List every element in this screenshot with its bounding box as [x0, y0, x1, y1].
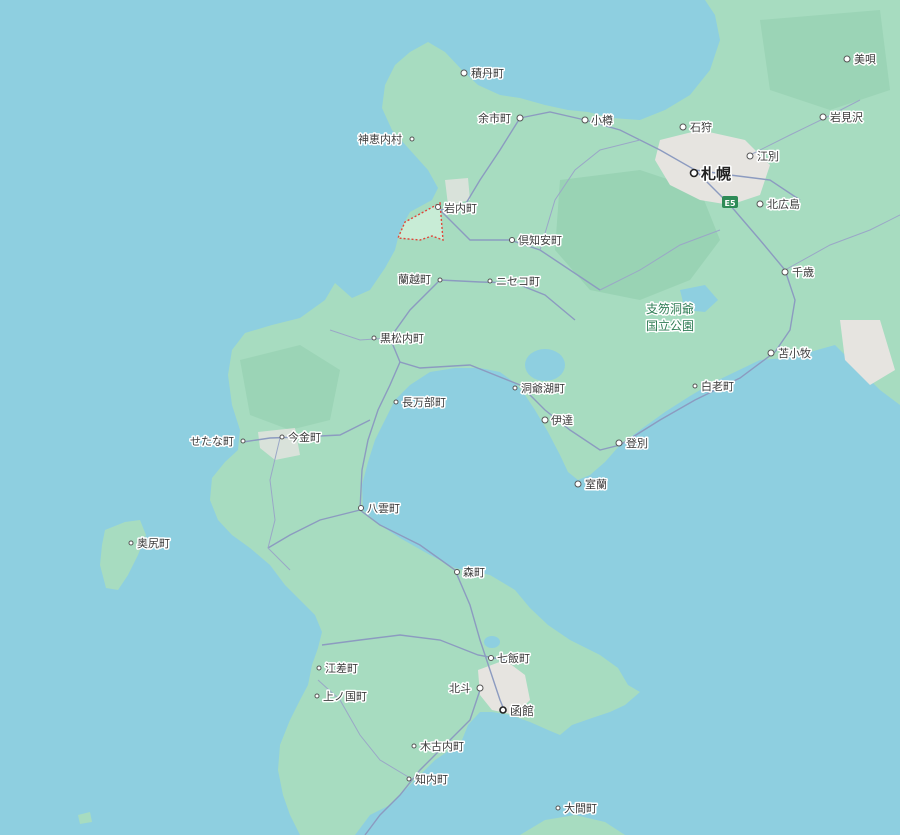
place-dot: [692, 383, 698, 389]
place-label: 登別: [626, 436, 648, 450]
place-dot: [240, 438, 246, 444]
map-canvas[interactable]: E5 支笏洞爺 国立公園 美唄 積丹町 余市町 小樽 石狩 岩見沢 神恵内村 江…: [0, 0, 900, 835]
place-dot: [279, 434, 285, 440]
place-label: 千歳: [792, 266, 814, 279]
place-toyako[interactable]: 洞爺湖町: [512, 380, 567, 397]
highway-shield-e5: E5: [722, 196, 738, 208]
place-label: 長万部町: [402, 395, 446, 409]
place-dot: [316, 665, 322, 671]
place-dot: [767, 349, 775, 357]
place-label: 白老町: [701, 379, 734, 393]
place-label: 上ノ国町: [323, 690, 367, 703]
place-dot: [689, 168, 699, 178]
place-label: 伊達: [551, 414, 573, 427]
place-label: 室蘭: [585, 477, 607, 491]
place-label: 石狩: [690, 120, 712, 134]
lake-toya: [525, 349, 565, 381]
place-dot: [581, 116, 589, 124]
place-label: 木古内町: [420, 739, 464, 753]
place-dot: [437, 277, 443, 283]
place-dot: [555, 805, 561, 811]
place-label: 余市町: [478, 111, 511, 125]
place-dot: [541, 416, 549, 424]
place-kaminokuni[interactable]: 上ノ国町: [314, 689, 369, 705]
place-label: 黒松内町: [380, 331, 424, 345]
place-label: 北斗: [449, 682, 471, 695]
place-kuromatsunai[interactable]: 黒松内町: [371, 330, 426, 347]
place-dot: [460, 69, 468, 77]
place-label: 北広島: [767, 197, 800, 211]
place-label: 岩見沢: [830, 110, 863, 124]
place-dot: [781, 268, 789, 276]
park-label: 国立公園: [646, 318, 694, 333]
park-label: 支笏洞爺: [646, 301, 694, 316]
place-label: 岩内町: [444, 201, 477, 215]
place-dot: [843, 55, 851, 63]
place-label: 洞爺湖町: [521, 381, 565, 395]
place-label: ニセコ町: [496, 275, 540, 288]
place-label: 大間町: [564, 801, 597, 815]
place-dot: [409, 136, 415, 142]
place-label: 奥尻町: [137, 536, 170, 550]
place-dot: [615, 439, 623, 447]
place-label: 江別: [757, 150, 779, 163]
place-niseko[interactable]: ニセコ町: [487, 274, 542, 290]
place-dot: [819, 113, 827, 121]
place-dot: [516, 114, 524, 122]
place-kutchan[interactable]: 倶知安町: [509, 232, 564, 249]
place-label: 積丹町: [471, 66, 504, 80]
place-label: 七飯町: [497, 651, 530, 665]
place-label: せたな町: [190, 435, 234, 448]
place-dot: [406, 776, 412, 782]
place-label: 倶知安町: [518, 233, 562, 247]
lake-onuma: [484, 636, 500, 648]
place-dot: [393, 399, 399, 405]
place-label: 八雲町: [367, 502, 400, 515]
place-kikonai[interactable]: 木古内町: [411, 738, 466, 755]
place-dot: [128, 540, 134, 546]
place-label: 今金町: [288, 430, 321, 444]
place-label: 蘭越町: [398, 272, 431, 286]
place-label: 森町: [463, 565, 485, 579]
place-dot: [509, 237, 515, 243]
place-dot: [746, 152, 754, 160]
place-dot: [488, 655, 494, 661]
place-dot: [435, 204, 441, 210]
place-dot: [499, 706, 507, 714]
svg-text:E5: E5: [724, 199, 735, 208]
place-label: 苫小牧: [778, 346, 811, 360]
place-label: 札幌: [700, 165, 731, 183]
place-dot: [314, 693, 320, 699]
place-dot: [358, 505, 364, 511]
place-label: 小樽: [591, 113, 613, 127]
place-dot: [679, 123, 687, 131]
place-dot: [411, 743, 417, 749]
place-dot: [476, 684, 484, 692]
place-dot: [756, 200, 764, 208]
place-label: 神恵内村: [358, 132, 402, 146]
place-dot: [487, 278, 493, 284]
place-label: 函館: [510, 703, 534, 718]
place-dot: [574, 480, 582, 488]
place-oshamambe[interactable]: 長万部町: [393, 394, 448, 411]
place-dot: [371, 335, 377, 341]
place-label: 江差町: [325, 661, 358, 675]
place-label: 美唄: [854, 53, 876, 66]
place-dot: [454, 569, 460, 575]
place-dot: [512, 385, 518, 391]
place-label: 知内町: [415, 772, 448, 786]
